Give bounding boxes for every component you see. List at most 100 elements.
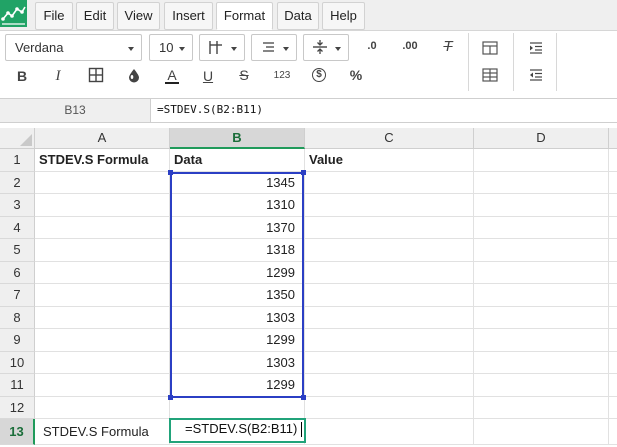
cell-b11[interactable]: 1299: [170, 374, 305, 397]
cell-b4[interactable]: 1370: [170, 217, 305, 239]
text-color-button[interactable]: A: [160, 64, 184, 86]
bold-button[interactable]: B: [10, 65, 34, 87]
row-header-3[interactable]: 3: [0, 194, 35, 217]
column-header-b[interactable]: B: [170, 128, 305, 149]
app-logo-icon[interactable]: [0, 0, 27, 27]
cell-e11[interactable]: [609, 374, 617, 397]
cell-c7[interactable]: [305, 284, 474, 307]
cell-d4[interactable]: [474, 217, 609, 239]
cell-e12[interactable]: [609, 397, 617, 419]
cell-c9[interactable]: [305, 329, 474, 352]
cell-e2[interactable]: [609, 172, 617, 194]
cell-e3[interactable]: [609, 194, 617, 217]
table-grid-button[interactable]: [478, 64, 502, 86]
italic-button[interactable]: I: [46, 65, 70, 87]
cell-b6[interactable]: 1299: [170, 262, 305, 284]
menu-help[interactable]: Help: [322, 2, 365, 30]
cell-d12[interactable]: [474, 397, 609, 419]
underline-button[interactable]: U: [196, 65, 220, 87]
cell-d13[interactable]: [474, 419, 609, 445]
cell-e5[interactable]: [609, 239, 617, 262]
cell-e6[interactable]: [609, 262, 617, 284]
cell-e13[interactable]: [609, 419, 617, 445]
column-header-d[interactable]: D: [474, 128, 609, 149]
column-header-e[interactable]: [609, 128, 617, 149]
cell-d11[interactable]: [474, 374, 609, 397]
cell-b8[interactable]: 1303: [170, 307, 305, 329]
font-family-select[interactable]: Verdana: [5, 34, 142, 61]
clear-format-button[interactable]: T: [436, 35, 460, 57]
cell-d10[interactable]: [474, 352, 609, 374]
cell-d2[interactable]: [474, 172, 609, 194]
borders-button[interactable]: [84, 64, 108, 86]
percent-button[interactable]: %: [344, 64, 368, 86]
cell-d7[interactable]: [474, 284, 609, 307]
row-header-12[interactable]: 12: [0, 397, 35, 419]
cell-a6[interactable]: [35, 262, 170, 284]
row-header-1[interactable]: 1: [0, 149, 35, 172]
row-header-11[interactable]: 11: [0, 374, 35, 397]
cell-b13-edit-text[interactable]: =STDEV.S(B2:B11): [185, 418, 297, 441]
cell-d8[interactable]: [474, 307, 609, 329]
row-header-13[interactable]: 13: [0, 419, 35, 445]
row-header-6[interactable]: 6: [0, 262, 35, 284]
decrease-indent-button[interactable]: [524, 64, 548, 86]
cell-a7[interactable]: [35, 284, 170, 307]
cell-c3[interactable]: [305, 194, 474, 217]
menu-data[interactable]: Data: [277, 2, 319, 30]
row-header-4[interactable]: 4: [0, 217, 35, 239]
cell-e7[interactable]: [609, 284, 617, 307]
strikethrough-button[interactable]: S: [232, 64, 256, 86]
cell-d9[interactable]: [474, 329, 609, 352]
menu-format[interactable]: Format: [216, 2, 273, 30]
cell-d5[interactable]: [474, 239, 609, 262]
currency-button[interactable]: $: [307, 64, 331, 86]
cell-e9[interactable]: [609, 329, 617, 352]
cell-d1[interactable]: [474, 149, 609, 172]
row-header-9[interactable]: 9: [0, 329, 35, 352]
borders-select[interactable]: [199, 34, 245, 61]
cell-a2[interactable]: [35, 172, 170, 194]
cell-b7[interactable]: 1350: [170, 284, 305, 307]
cell-c6[interactable]: [305, 262, 474, 284]
cell-c8[interactable]: [305, 307, 474, 329]
cell-d3[interactable]: [474, 194, 609, 217]
align-select[interactable]: [251, 34, 297, 61]
cell-b1[interactable]: Data: [170, 149, 305, 172]
increase-decimals-button[interactable]: .00: [398, 35, 422, 57]
name-box[interactable]: B13: [0, 99, 151, 122]
cell-a1[interactable]: STDEV.S Formula: [35, 149, 170, 172]
cell-e1[interactable]: [609, 149, 617, 172]
row-header-10[interactable]: 10: [0, 352, 35, 374]
cell-d6[interactable]: [474, 262, 609, 284]
cell-a12[interactable]: [35, 397, 170, 419]
menu-file[interactable]: File: [35, 2, 73, 30]
row-header-2[interactable]: 2: [0, 172, 35, 194]
number-format-button[interactable]: 123: [270, 64, 294, 86]
cell-c10[interactable]: [305, 352, 474, 374]
row-header-8[interactable]: 8: [0, 307, 35, 329]
cell-a10[interactable]: [35, 352, 170, 374]
cell-c1[interactable]: Value: [305, 149, 474, 172]
cell-c5[interactable]: [305, 239, 474, 262]
cell-c4[interactable]: [305, 217, 474, 239]
menu-view[interactable]: View: [117, 2, 160, 30]
cell-c2[interactable]: [305, 172, 474, 194]
formula-input[interactable]: =STDEV.S(B2:B11): [157, 99, 263, 122]
font-size-select[interactable]: 10: [149, 34, 193, 61]
cell-b3[interactable]: 1310: [170, 194, 305, 217]
cell-e4[interactable]: [609, 217, 617, 239]
column-header-a[interactable]: A: [35, 128, 170, 149]
cell-b2[interactable]: 1345: [170, 172, 305, 194]
fill-color-button[interactable]: [122, 64, 146, 86]
cell-c12[interactable]: [305, 397, 474, 419]
vertical-align-select[interactable]: [303, 34, 349, 61]
cell-b10[interactable]: 1303: [170, 352, 305, 374]
cell-a11[interactable]: [35, 374, 170, 397]
cell-a4[interactable]: [35, 217, 170, 239]
cell-b12[interactable]: [170, 397, 305, 419]
select-all-corner[interactable]: [0, 128, 35, 149]
cell-b5[interactable]: 1318: [170, 239, 305, 262]
cell-a9[interactable]: [35, 329, 170, 352]
cell-b9[interactable]: 1299: [170, 329, 305, 352]
